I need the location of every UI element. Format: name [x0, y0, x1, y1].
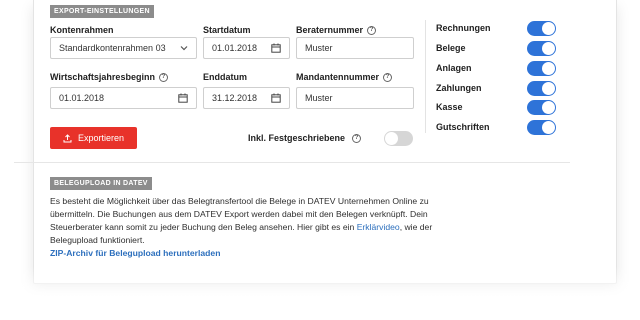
upload-icon: [63, 133, 72, 142]
wirtschaftsjahresbeginn-field[interactable]: 01.01.2018: [50, 87, 197, 109]
help-icon[interactable]: ?: [352, 133, 362, 143]
toggle-knob: [542, 61, 555, 75]
help-icon[interactable]: ?: [367, 25, 377, 35]
toggle-gutschriften: Gutschriften: [436, 119, 556, 135]
help-icon[interactable]: ?: [383, 72, 393, 82]
beraternummer-label: Beraternummer ?: [296, 25, 377, 35]
toggle-kasse: Kasse: [436, 99, 556, 115]
upload-section-tag: BELEGUPLOAD IN DATEV: [50, 177, 152, 190]
toggle-knob: [385, 132, 398, 145]
toggle-belege: Belege: [436, 40, 556, 56]
startdatum-field[interactable]: 01.01.2018: [203, 37, 290, 59]
toggle-label: Zahlungen: [436, 83, 482, 93]
toggle-label: Gutschriften: [436, 122, 490, 132]
export-button-label: Exportieren: [77, 133, 125, 143]
enddatum-label: Enddatum: [203, 72, 247, 82]
beraternummer-field[interactable]: Muster: [296, 37, 414, 59]
section-divider: [14, 162, 570, 163]
festgeschriebene-toggle[interactable]: [384, 131, 413, 146]
vertical-divider: [425, 20, 426, 133]
kontenrahmen-value: Standardkontenrahmen 03: [59, 43, 166, 53]
toggle-label: Belege: [436, 43, 466, 53]
erklaervideo-link[interactable]: Erklärvideo: [357, 222, 400, 232]
kontenrahmen-label: Kontenrahmen: [50, 25, 114, 35]
toggle-knob: [542, 41, 555, 55]
kasse-toggle[interactable]: [527, 99, 556, 115]
export-settings-tag: EXPORT-EINSTELLUNGEN: [50, 5, 154, 18]
toggle-anlagen: Anlagen: [436, 60, 556, 76]
startdatum-label: Startdatum: [203, 25, 251, 35]
belege-toggle[interactable]: [527, 40, 556, 56]
toggle-rechnungen: Rechnungen: [436, 20, 556, 36]
startdatum-value: 01.01.2018: [212, 43, 258, 53]
beraternummer-value: Muster: [305, 43, 333, 53]
calendar-icon[interactable]: [271, 43, 281, 53]
upload-description: Es besteht die Möglichkeit über das Bele…: [50, 195, 470, 247]
enddatum-value: 31.12.2018: [212, 93, 258, 103]
zahlungen-toggle[interactable]: [527, 80, 556, 96]
toggle-label: Kasse: [436, 102, 463, 112]
wirtschaftsjahresbeginn-value: 01.01.2018: [59, 93, 105, 103]
enddatum-field[interactable]: 31.12.2018: [203, 87, 290, 109]
toggle-knob: [542, 120, 555, 134]
gutschriften-toggle[interactable]: [527, 119, 556, 135]
rechnungen-toggle[interactable]: [527, 20, 556, 36]
mandantennummer-value: Muster: [305, 93, 333, 103]
calendar-icon[interactable]: [271, 93, 281, 103]
toggle-label: Rechnungen: [436, 23, 491, 33]
wirtschaftsjahresbeginn-label: Wirtschaftsjahresbeginn ?: [50, 72, 168, 82]
kontenrahmen-select[interactable]: Standardkontenrahmen 03: [50, 37, 197, 59]
mandantennummer-label: Mandantennummer ?: [296, 72, 393, 82]
help-icon[interactable]: ?: [158, 72, 168, 82]
toggle-knob: [542, 100, 555, 114]
anlagen-toggle[interactable]: [527, 60, 556, 76]
festgeschriebene-label: Inkl. Festgeschriebene ?: [248, 133, 362, 143]
toggle-zahlungen: Zahlungen: [436, 80, 556, 96]
toggle-knob: [542, 21, 555, 35]
zip-download-link[interactable]: ZIP-Archiv für Belegupload herunterladen: [50, 248, 220, 258]
calendar-icon[interactable]: [178, 93, 188, 103]
chevron-down-icon: [180, 46, 188, 51]
mandantennummer-field[interactable]: Muster: [296, 87, 414, 109]
toggle-knob: [542, 81, 555, 95]
export-button[interactable]: Exportieren: [50, 127, 137, 149]
toggle-label: Anlagen: [436, 63, 472, 73]
